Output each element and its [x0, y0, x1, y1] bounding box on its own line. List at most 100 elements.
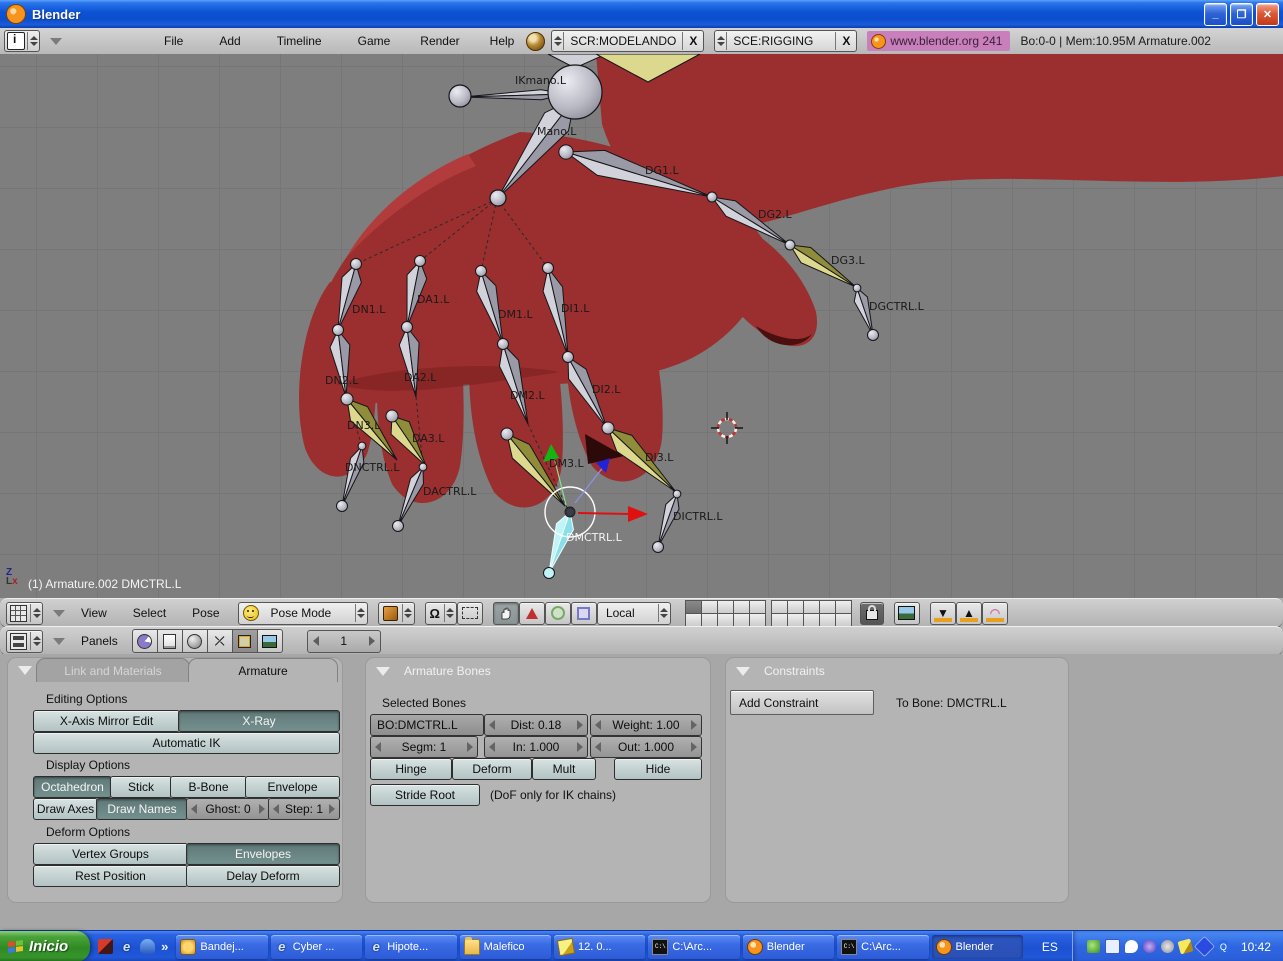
- panel-collapse-icon[interactable]: [376, 666, 390, 676]
- viewport-collapse-icon[interactable]: [53, 609, 65, 617]
- volume-tray-icon[interactable]: [1160, 940, 1174, 953]
- frame-increase-icon[interactable]: [368, 636, 375, 646]
- panels-menu[interactable]: Panels: [75, 634, 124, 648]
- increase-arrow-icon[interactable]: [577, 720, 583, 730]
- increase-arrow-icon[interactable]: [577, 742, 583, 752]
- layer-grid-2[interactable]: [770, 599, 852, 627]
- vertex-groups-button[interactable]: Vertex Groups: [33, 843, 188, 865]
- task-blender-2[interactable]: Blender: [931, 934, 1023, 959]
- buttons-window-type-button[interactable]: [6, 629, 43, 653]
- editing-context-button[interactable]: [232, 629, 258, 653]
- scene-selector[interactable]: SCE:RIGGING X: [714, 30, 858, 52]
- x-axis-mirror-button[interactable]: X-Axis Mirror Edit: [33, 710, 180, 732]
- buttons-window-type-spinner[interactable]: [30, 632, 42, 650]
- window-tray-icon[interactable]: [1104, 939, 1120, 954]
- restore-button[interactable]: ❐: [1230, 2, 1253, 26]
- screen-selector[interactable]: SCR:MODELANDO X: [551, 30, 705, 52]
- scene-context-button[interactable]: [257, 629, 283, 653]
- deform-button[interactable]: Deform: [452, 758, 532, 780]
- automatic-ik-button[interactable]: Automatic IK: [33, 732, 340, 754]
- dist-field[interactable]: Dist: 0.18: [484, 714, 588, 736]
- menu-select[interactable]: Select: [127, 606, 172, 620]
- increase-arrow-icon[interactable]: [691, 742, 697, 752]
- 3d-viewport[interactable]: IKmano.L Mano.L DG1.L DG2.L DG3.L DGCTRL.L DN1…: [0, 53, 1283, 598]
- b-bone-button[interactable]: B-Bone: [170, 776, 247, 798]
- frame-decrease-icon[interactable]: [312, 636, 319, 646]
- pivot-spinner[interactable]: [443, 604, 456, 622]
- octahedron-button[interactable]: Octahedron: [33, 776, 112, 798]
- menu-view[interactable]: View: [75, 606, 113, 620]
- stick-button[interactable]: Stick: [110, 776, 172, 798]
- x-ray-button[interactable]: X-Ray: [178, 710, 340, 732]
- task-cmd-2[interactable]: C:\Arc...: [837, 934, 929, 959]
- increase-arrow-icon[interactable]: [691, 720, 697, 730]
- envelope-button[interactable]: Envelope: [245, 776, 340, 798]
- quicklaunch-media-icon[interactable]: [98, 939, 114, 954]
- quicklaunch-ie-icon[interactable]: [119, 939, 134, 954]
- menu-file[interactable]: File: [158, 34, 189, 48]
- increase-arrow-icon[interactable]: [259, 804, 265, 814]
- object-context-button[interactable]: ⤫: [207, 629, 233, 653]
- menu-timeline[interactable]: Timeline: [271, 34, 328, 48]
- window-type-spinner[interactable]: [27, 32, 39, 50]
- out-field[interactable]: Out: 1.000: [590, 736, 702, 758]
- quicklaunch-messenger-icon[interactable]: [140, 939, 156, 954]
- layer-grid-1[interactable]: [684, 599, 766, 627]
- close-button[interactable]: ✕: [1256, 2, 1279, 26]
- draw-type-spinner[interactable]: [401, 604, 414, 622]
- msn-tray-icon[interactable]: [1193, 935, 1216, 958]
- language-indicator[interactable]: ES: [1034, 938, 1066, 956]
- minimize-button[interactable]: _: [1204, 2, 1227, 26]
- messenger-bubble-tray-icon[interactable]: [1124, 940, 1138, 953]
- screen-close-icon[interactable]: X: [682, 32, 703, 50]
- manipulator-translate-button[interactable]: [518, 601, 545, 625]
- logic-context-button[interactable]: [131, 629, 158, 653]
- task-cyber[interactable]: Cyber ...: [270, 934, 363, 959]
- weight-field[interactable]: Weight: 1.00: [590, 714, 702, 736]
- increase-arrow-icon[interactable]: [329, 804, 335, 814]
- task-hipote[interactable]: Hipote...: [365, 934, 457, 959]
- blender-org-link[interactable]: www.blender.org 241: [867, 31, 1011, 51]
- lock-layers-button[interactable]: [859, 601, 884, 625]
- menu-pose[interactable]: Pose: [186, 606, 225, 620]
- move-up-keyframe-button[interactable]: ▲: [955, 601, 982, 625]
- frame-number-field[interactable]: 1: [306, 629, 381, 653]
- buttons-collapse-icon[interactable]: [53, 637, 65, 645]
- orientation-spinner[interactable]: [657, 604, 670, 622]
- add-constraint-button[interactable]: Add Constraint: [730, 690, 874, 715]
- start-button[interactable]: Inicio: [0, 931, 91, 961]
- viewport-canvas[interactable]: IKmano.L Mano.L DG1.L DG2.L DG3.L DGCTRL.L DN1…: [0, 53, 1283, 598]
- media-tray-icon[interactable]: [1142, 940, 1156, 953]
- task-blender-1[interactable]: Blender: [742, 934, 835, 959]
- scene-close-icon[interactable]: X: [835, 32, 856, 50]
- shading-context-button[interactable]: [182, 629, 208, 653]
- menu-render[interactable]: Render: [414, 34, 465, 48]
- manipulator-rotate-button[interactable]: [544, 601, 571, 625]
- quicktime-tray-icon[interactable]: Q: [1216, 940, 1230, 953]
- orientation-dropdown[interactable]: Local: [596, 601, 671, 625]
- task-malefico[interactable]: Malefico: [459, 934, 551, 959]
- draw-axes-button[interactable]: Draw Axes: [33, 798, 98, 820]
- bone-name-field[interactable]: BO:DMCTRL.L: [370, 714, 484, 736]
- viewport-window-type-spinner[interactable]: [30, 604, 42, 622]
- move-down-keyframe-button[interactable]: ▼: [929, 601, 956, 625]
- mult-button[interactable]: Mult: [532, 758, 596, 780]
- draw-type-dropdown[interactable]: [377, 601, 415, 625]
- tab-armature[interactable]: Armature: [188, 658, 338, 682]
- panel-collapse-icon[interactable]: [736, 666, 750, 676]
- cyclic-keyframe-button[interactable]: ◠: [981, 601, 1008, 625]
- menu-game[interactable]: Game: [352, 34, 397, 48]
- mode-spinner[interactable]: [354, 604, 367, 622]
- task-cmd-1[interactable]: C:\Arc...: [648, 934, 740, 959]
- envelopes-button[interactable]: Envelopes: [186, 843, 340, 865]
- mode-dropdown[interactable]: Pose Mode: [237, 601, 368, 625]
- window-type-info-button[interactable]: [4, 30, 40, 52]
- task-document[interactable]: 12. 0...: [553, 934, 646, 959]
- scene-selector-spinner[interactable]: [715, 32, 728, 50]
- rest-position-button[interactable]: Rest Position: [33, 865, 188, 887]
- manipulator-scale-button[interactable]: [570, 601, 597, 625]
- screen-selector-spinner[interactable]: [552, 32, 565, 50]
- viewport-window-type-button[interactable]: [6, 601, 43, 625]
- quicklaunch-overflow-icon[interactable]: »: [161, 939, 168, 954]
- joint-sphere[interactable]: [489, 189, 507, 207]
